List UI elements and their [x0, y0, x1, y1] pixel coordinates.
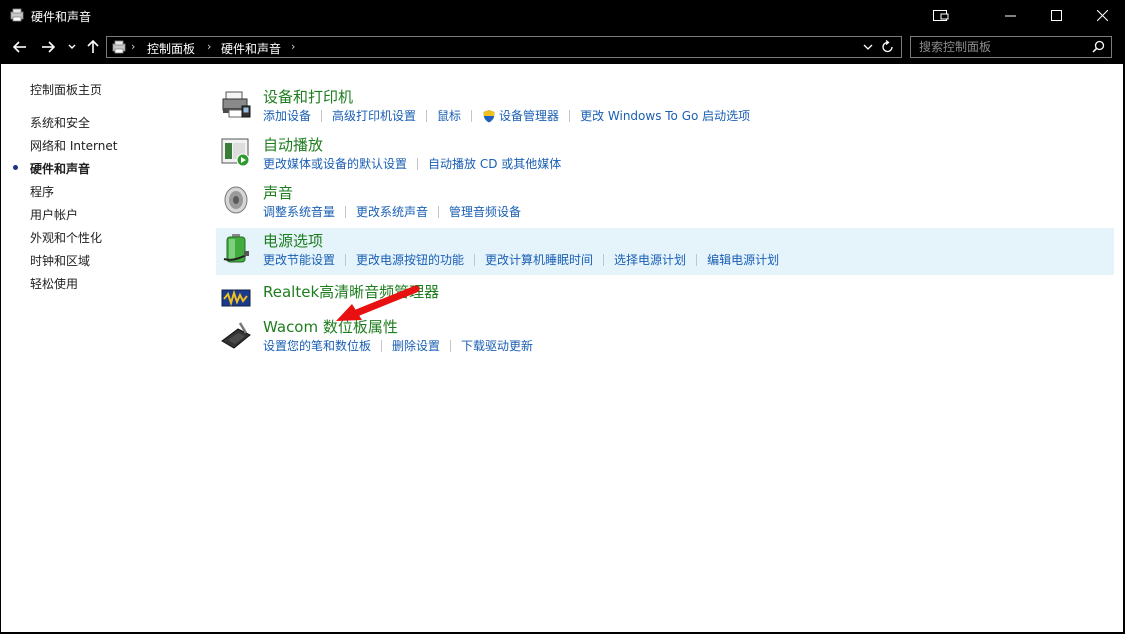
up-button[interactable] — [84, 37, 102, 57]
address-bar[interactable]: › 控制面板 › 硬件和声音 › — [106, 36, 902, 58]
realtek-icon — [221, 289, 251, 307]
maximize-button[interactable] — [1033, 0, 1079, 31]
divider — [696, 253, 698, 266]
uac-shield-icon — [483, 109, 495, 122]
divider — [417, 157, 419, 170]
sidebar-item-ease-of-access[interactable]: 轻松使用 — [30, 275, 78, 292]
task-row: 调整系统音量 更改系统声音 管理音频设备 — [263, 203, 521, 220]
task-choose-power-plan[interactable]: 选择电源计划 — [614, 251, 686, 268]
category-title[interactable]: 自动播放 — [263, 134, 323, 155]
task-change-system-sounds[interactable]: 更改系统声音 — [356, 203, 428, 220]
category-sound: 声音 调整系统音量 更改系统声音 管理音频设备 — [216, 180, 1114, 224]
speaker-icon — [224, 186, 248, 214]
breadcrumb-separator[interactable]: › — [131, 40, 135, 53]
tablet-mode-button[interactable] — [918, 0, 964, 31]
search-input[interactable] — [919, 39, 1079, 55]
task-sleep-time[interactable]: 更改计算机睡眠时间 — [485, 251, 593, 268]
sidebar-item-clock-region[interactable]: 时钟和区域 — [30, 252, 90, 269]
category-title[interactable]: 声音 — [263, 182, 293, 203]
chevron-down-icon[interactable] — [863, 40, 873, 54]
divider — [450, 339, 452, 352]
task-row: 添加设备 高级打印机设置 鼠标 设备管理器 更改 Windows To Go 启… — [263, 107, 750, 124]
category-devices-printers: 设备和打印机 添加设备 高级打印机设置 鼠标 设备管理器 更改 Windows … — [216, 84, 1114, 128]
breadcrumb-hardware-sound[interactable]: 硬件和声音 — [221, 40, 281, 57]
back-button[interactable] — [10, 37, 30, 57]
task-row: 更改媒体或设备的默认设置 自动播放 CD 或其他媒体 — [263, 155, 561, 172]
window-title: 硬件和声音 — [31, 10, 92, 24]
task-manage-audio-devices[interactable]: 管理音频设备 — [449, 203, 521, 220]
sidebar-home[interactable]: 控制面板主页 — [30, 81, 102, 98]
task-mouse[interactable]: 鼠标 — [437, 107, 461, 124]
breadcrumb-separator[interactable]: › — [291, 40, 295, 53]
sidebar-item-appearance[interactable]: 外观和个性化 — [30, 229, 102, 246]
close-icon — [1096, 10, 1108, 21]
sidebar-item-programs[interactable]: 程序 — [30, 183, 54, 200]
autoplay-icon — [221, 138, 250, 167]
arrow-up-icon — [87, 40, 99, 53]
task-advanced-printer-setup[interactable]: 高级打印机设置 — [332, 107, 416, 124]
task-device-manager[interactable]: 设备管理器 — [499, 107, 559, 124]
category-autoplay: 自动播放 更改媒体或设备的默认设置 自动播放 CD 或其他媒体 — [216, 132, 1114, 176]
refresh-icon[interactable] — [881, 39, 895, 55]
divider — [345, 253, 347, 266]
task-download-driver[interactable]: 下载驱动更新 — [461, 337, 533, 354]
divider — [603, 253, 605, 266]
divider — [438, 205, 440, 218]
current-page-bullet — [13, 165, 18, 170]
task-power-button-function[interactable]: 更改电源按钮的功能 — [356, 251, 464, 268]
divider — [569, 109, 571, 122]
task-adjust-volume[interactable]: 调整系统音量 — [263, 203, 335, 220]
divider — [426, 109, 428, 122]
task-windows-to-go[interactable]: 更改 Windows To Go 启动选项 — [580, 107, 750, 124]
task-change-power-saving[interactable]: 更改节能设置 — [263, 251, 335, 268]
control-panel-icon — [10, 8, 24, 22]
task-change-default-media[interactable]: 更改媒体或设备的默认设置 — [263, 155, 407, 172]
arrow-left-icon — [13, 41, 26, 53]
task-add-device[interactable]: 添加设备 — [263, 107, 311, 124]
task-autoplay-cd[interactable]: 自动播放 CD 或其他媒体 — [428, 155, 561, 172]
divider — [471, 109, 473, 122]
minimize-icon — [1004, 15, 1016, 17]
annotation-arrow — [336, 285, 420, 321]
divider — [474, 253, 476, 266]
recent-locations-button[interactable] — [65, 37, 79, 57]
category-title[interactable]: 设备和打印机 — [263, 86, 353, 107]
task-row: 设置您的笔和数位板 删除设置 下载驱动更新 — [263, 337, 533, 354]
divider — [345, 205, 347, 218]
breadcrumb-control-panel[interactable]: 控制面板 — [147, 40, 195, 57]
control-panel-icon — [112, 40, 126, 54]
task-delete-settings[interactable]: 删除设置 — [392, 337, 440, 354]
sidebar-item-hardware-sound[interactable]: 硬件和声音 — [30, 160, 90, 177]
minimize-button[interactable] — [987, 0, 1033, 31]
divider — [321, 109, 323, 122]
category-power-options: 电源选项 更改节能设置 更改电源按钮的功能 更改计算机睡眠时间 选择电源计划 编… — [216, 228, 1114, 275]
task-edit-power-plan[interactable]: 编辑电源计划 — [707, 251, 779, 268]
arrow-right-icon — [42, 41, 55, 53]
sidebar-item-network[interactable]: 网络和 Internet — [30, 137, 117, 154]
sidebar-item-user-accounts[interactable]: 用户帐户 — [30, 206, 78, 223]
sidebar-item-security[interactable]: 系统和安全 — [30, 114, 90, 131]
search-box[interactable] — [910, 36, 1112, 58]
tablet-mode-icon — [933, 9, 949, 21]
forward-button[interactable] — [38, 37, 58, 57]
task-setup-pen-tablet[interactable]: 设置您的笔和数位板 — [263, 337, 371, 354]
chevron-down-icon — [68, 44, 76, 49]
maximize-icon — [1050, 10, 1062, 21]
task-row: 更改节能设置 更改电源按钮的功能 更改计算机睡眠时间 选择电源计划 编辑电源计划 — [263, 251, 779, 268]
tablet-icon — [221, 322, 251, 349]
close-button[interactable] — [1079, 0, 1125, 31]
printer-icon — [222, 91, 251, 118]
sidebar: 控制面板主页 系统和安全 网络和 Internet 硬件和声音 程序 用户帐户 … — [1, 64, 201, 632]
divider — [381, 339, 383, 352]
category-title[interactable]: 电源选项 — [263, 230, 323, 251]
battery-icon — [223, 234, 249, 263]
breadcrumb-separator[interactable]: › — [207, 40, 211, 53]
title-bar: 硬件和声音 — [0, 0, 1125, 31]
content-pane: 控制面板主页 系统和安全 网络和 Internet 硬件和声音 程序 用户帐户 … — [1, 64, 1123, 632]
search-icon[interactable] — [1092, 40, 1105, 53]
